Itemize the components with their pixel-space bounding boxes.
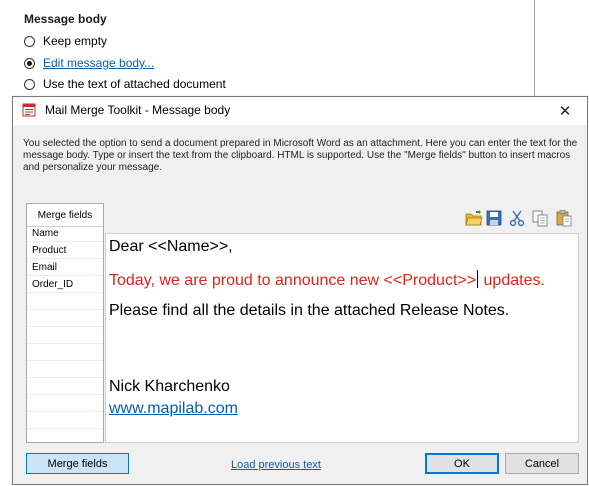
load-previous-text-link[interactable]: Load previous text bbox=[231, 459, 321, 471]
editor-line-announcement: Today, we are proud to announce new <<Pr… bbox=[109, 270, 545, 290]
radio-button-selected[interactable] bbox=[24, 57, 35, 69]
dialog-title: Mail Merge Toolkit - Message body bbox=[45, 103, 231, 117]
close-icon: ✕ bbox=[558, 103, 572, 120]
empty-row bbox=[27, 294, 103, 310]
mail-merge-app-icon bbox=[22, 103, 36, 117]
signature-link[interactable]: www.mapilab.com bbox=[109, 400, 238, 418]
empty-row bbox=[27, 362, 103, 378]
option-edit-message-body[interactable]: Edit message body... bbox=[24, 55, 154, 71]
copy-icon[interactable] bbox=[531, 209, 549, 227]
radio-button[interactable] bbox=[24, 35, 35, 47]
merge-field-item[interactable]: Name bbox=[27, 226, 103, 242]
announcement-text: Today, we are proud to announce new <<Pr… bbox=[109, 272, 477, 289]
empty-row bbox=[27, 379, 103, 395]
empty-row bbox=[27, 413, 103, 429]
empty-row bbox=[27, 396, 103, 412]
cut-icon[interactable] bbox=[508, 209, 526, 227]
paste-icon[interactable] bbox=[555, 209, 573, 227]
merge-fields-button[interactable]: Merge fields bbox=[26, 453, 129, 474]
dialog-description: You selected the option to send a docume… bbox=[23, 138, 578, 173]
editor-toolbar bbox=[105, 203, 579, 233]
merge-fields-header: Merge fields bbox=[27, 204, 103, 227]
empty-row bbox=[27, 345, 103, 361]
close-button[interactable]: ✕ bbox=[543, 97, 587, 125]
option-link[interactable]: Edit message body... bbox=[43, 56, 154, 70]
merge-field-item[interactable]: Order_ID bbox=[27, 277, 103, 293]
signature-name: Nick Kharchenko bbox=[109, 378, 230, 395]
ok-button[interactable]: OK bbox=[425, 453, 499, 474]
panel-divider bbox=[534, 0, 535, 100]
save-icon[interactable] bbox=[485, 209, 503, 227]
section-title: Message body bbox=[24, 12, 107, 26]
editor-line-details: Please find all the details in the attac… bbox=[109, 302, 510, 319]
merge-field-item[interactable]: Email bbox=[27, 260, 103, 276]
open-folder-icon[interactable] bbox=[465, 209, 483, 227]
text-caret bbox=[477, 270, 479, 288]
option-label: Keep empty bbox=[43, 34, 108, 48]
cancel-button[interactable]: Cancel bbox=[505, 453, 579, 474]
option-keep-empty[interactable]: Keep empty bbox=[24, 33, 107, 49]
message-body-editor[interactable]: Dear <<Name>>, Today, we are proud to an… bbox=[105, 233, 579, 443]
merge-field-item[interactable]: Product bbox=[27, 243, 103, 259]
message-body-dialog: Mail Merge Toolkit - Message body ✕ You … bbox=[12, 96, 588, 485]
empty-row bbox=[27, 311, 103, 327]
merge-fields-list[interactable]: Merge fields Name Product Email Order_ID bbox=[26, 203, 104, 443]
empty-row bbox=[27, 328, 103, 344]
editor-area: Dear <<Name>>, Today, we are proud to an… bbox=[105, 203, 579, 443]
option-use-attached-text[interactable]: Use the text of attached document bbox=[24, 76, 226, 92]
editor-line-greeting: Dear <<Name>>, bbox=[109, 238, 233, 255]
title-bar: Mail Merge Toolkit - Message body ✕ bbox=[13, 97, 587, 125]
radio-button[interactable] bbox=[24, 78, 35, 90]
announcement-text-end: updates. bbox=[479, 272, 545, 289]
background-options-panel: Message body Keep empty Edit message bod… bbox=[0, 0, 589, 110]
option-label: Use the text of attached document bbox=[43, 77, 226, 91]
